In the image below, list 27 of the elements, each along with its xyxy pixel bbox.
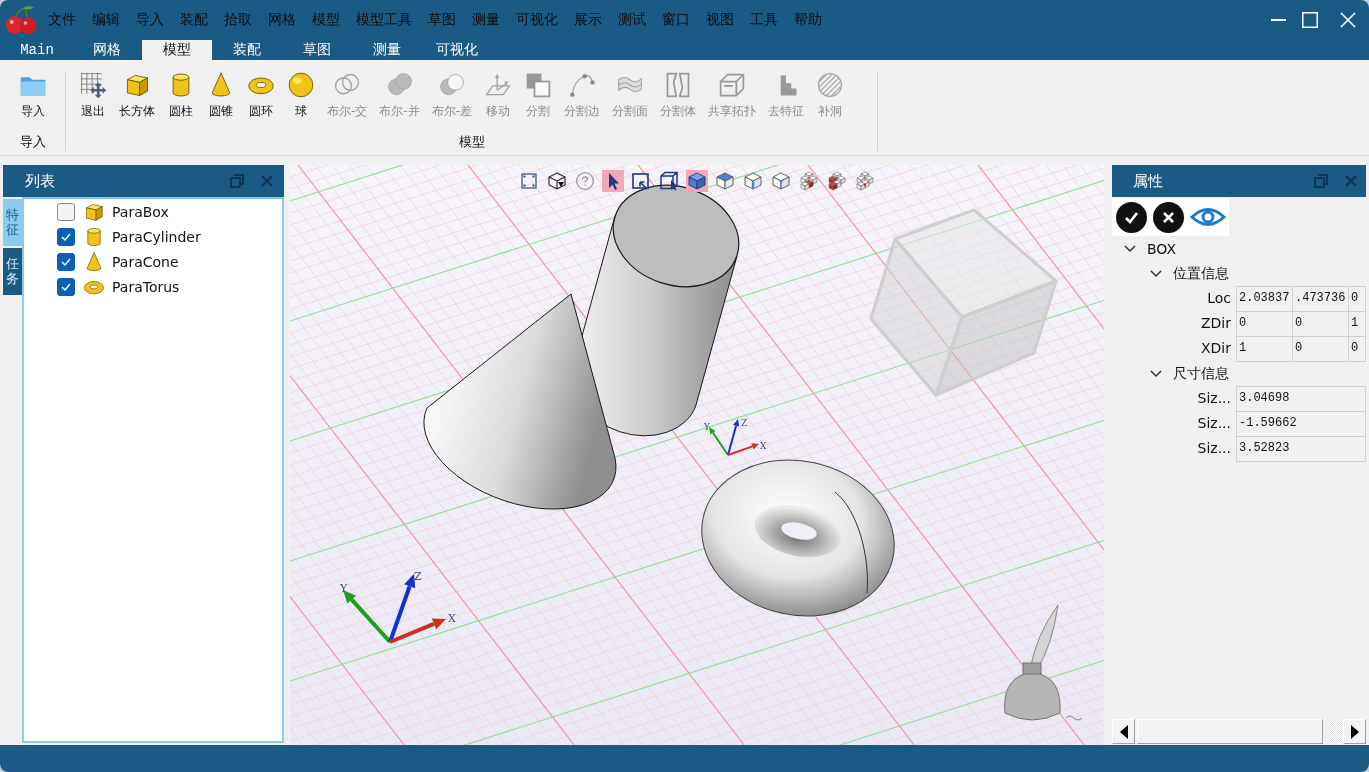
tree-label: BOX [1147, 240, 1177, 257]
panel-title: 列表 [25, 171, 56, 191]
axis-label: X [448, 612, 456, 625]
axis-label: Z [414, 570, 422, 583]
value-cell: 2.03837 [1236, 286, 1293, 312]
axis-label: Y [704, 422, 710, 432]
group-label: 模型 [457, 133, 486, 151]
group-label: 导入 [18, 133, 47, 151]
value-cell: 3.04698 [1236, 386, 1366, 412]
panel-title: 属性 [1133, 171, 1164, 191]
axis-label: Y [340, 582, 348, 595]
value-cell: 3.52823 [1236, 436, 1366, 462]
property-label: Loc [1206, 289, 1232, 308]
axis-label: X [760, 441, 767, 451]
property-label: Siz... [1196, 414, 1232, 433]
property-label: Siz... [1196, 439, 1232, 458]
axis-label: Z [741, 418, 748, 428]
value-cell: 0 [1348, 336, 1366, 362]
property-label: Siz... [1196, 389, 1232, 408]
tree-label: 位置信息 [1173, 264, 1229, 283]
value-cell: -1.59662 [1236, 411, 1366, 437]
value-cell: 0 [1348, 286, 1366, 312]
tree-label: 尺寸信息 [1173, 364, 1229, 383]
value-cell: 1 [1236, 336, 1293, 362]
value-cell: 1 [1348, 311, 1366, 337]
property-label: XDir [1199, 339, 1232, 358]
property-label: ZDir [1199, 314, 1232, 333]
